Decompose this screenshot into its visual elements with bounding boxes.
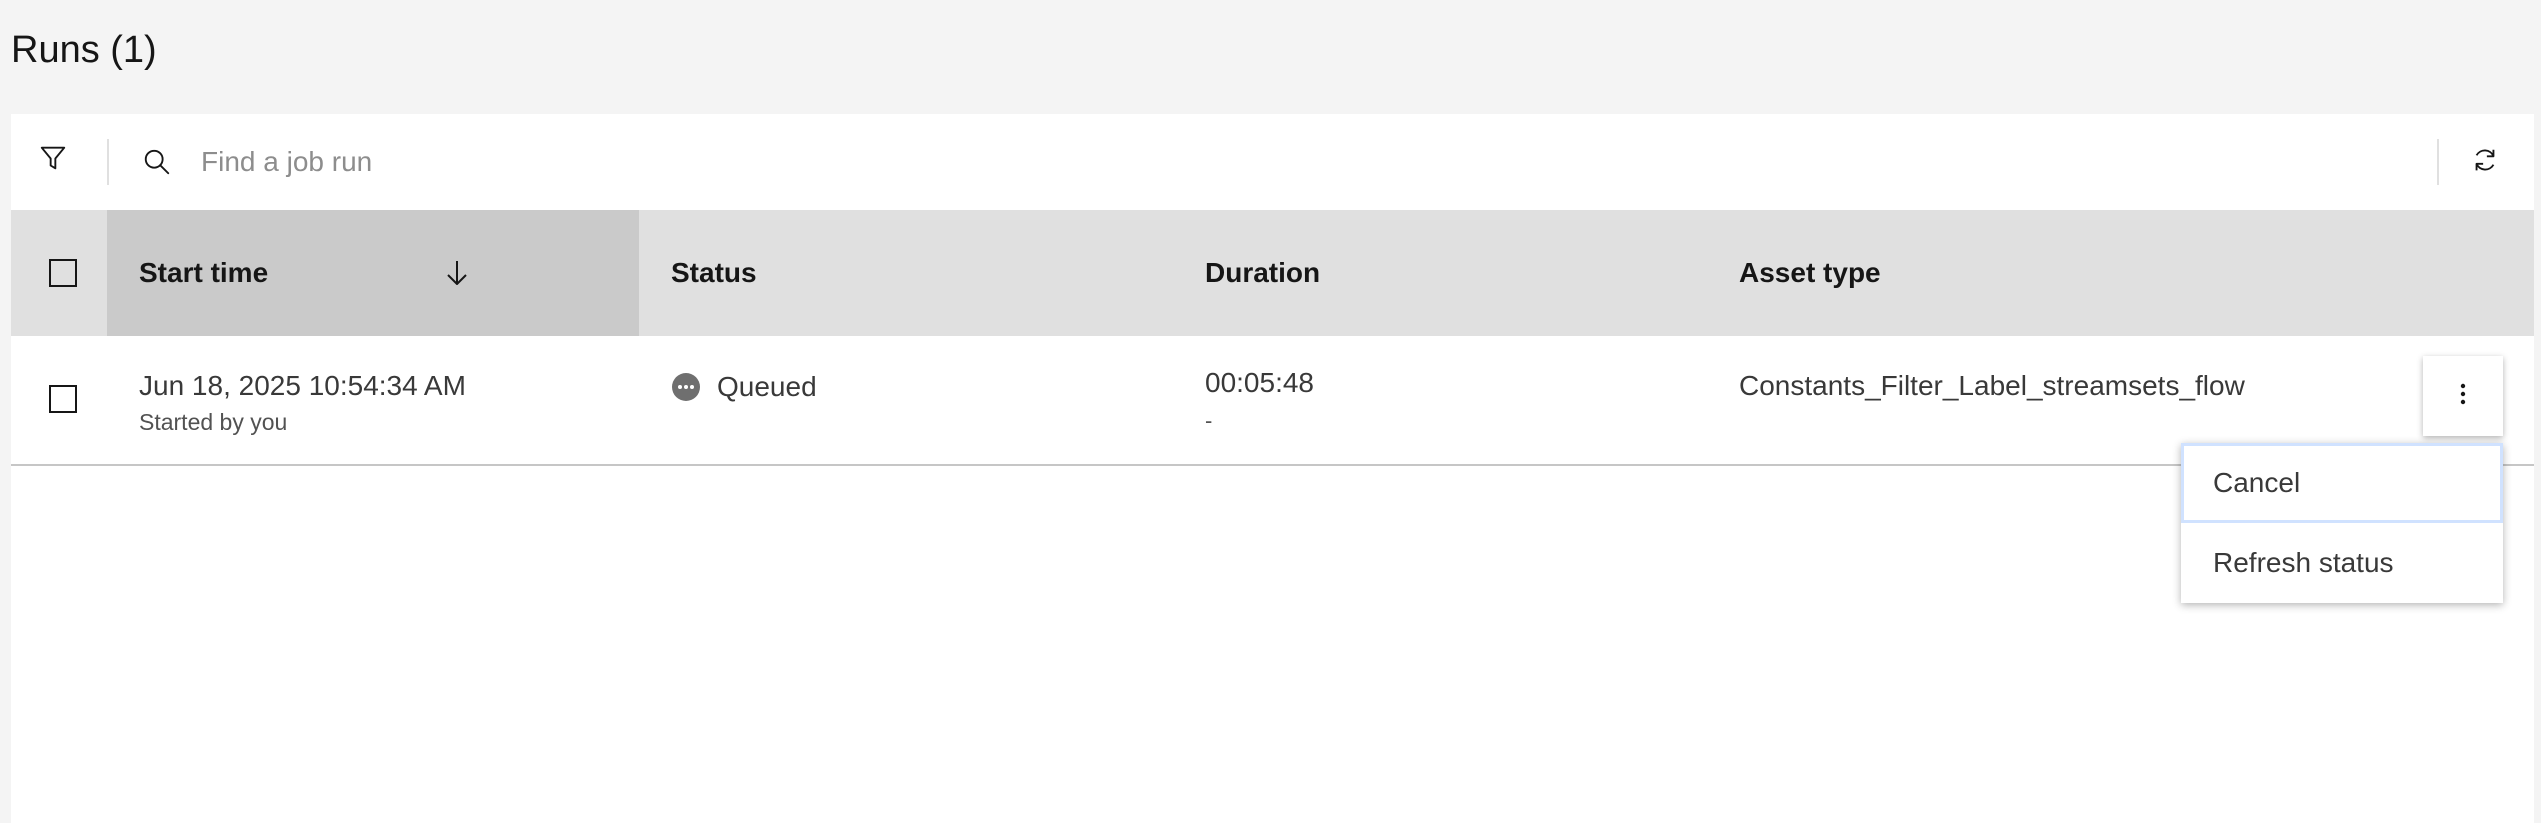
search-icon	[139, 144, 175, 180]
column-header-start-time[interactable]: Start time	[107, 210, 639, 336]
column-label: Asset type	[1739, 257, 1881, 288]
filter-button[interactable]	[33, 140, 73, 180]
page-title: Runs (1)	[11, 29, 157, 71]
column-label: Status	[671, 257, 757, 288]
table-header: Start time Status Duration Asset type	[11, 210, 2534, 336]
column-header-status[interactable]: Status	[639, 210, 1173, 336]
toolbar-divider	[107, 139, 109, 185]
menu-item-cancel[interactable]: Cancel	[2181, 443, 2503, 523]
header-checkbox-cell	[11, 210, 107, 336]
queued-status-icon	[671, 372, 701, 402]
table-row[interactable]: Jun 18, 2025 10:54:34 AM Started by you …	[11, 336, 2534, 466]
asset-type-value: Constants_Filter_Label_streamsets_flow	[1739, 370, 2245, 401]
table-toolbar	[11, 114, 2534, 210]
start-time-value: Jun 18, 2025 10:54:34 AM	[139, 370, 466, 401]
refresh-button[interactable]	[2463, 140, 2507, 184]
toolbar-divider-right	[2437, 139, 2439, 185]
filter-icon	[38, 143, 68, 178]
sort-descending-icon[interactable]	[437, 253, 477, 293]
status-cell: Queued	[671, 369, 817, 405]
search-input[interactable]	[201, 136, 2401, 188]
started-by-value: Started by you	[139, 409, 288, 435]
runs-panel: Start time Status Duration Asset type Ju…	[11, 114, 2534, 823]
status-value: Queued	[717, 371, 817, 402]
column-label: Start time	[139, 257, 269, 288]
column-header-duration[interactable]: Duration	[1173, 210, 1707, 336]
duration-value: 00:05:48	[1205, 367, 1314, 398]
column-header-asset-type[interactable]: Asset type	[1707, 210, 2407, 336]
overflow-menu-icon	[2459, 382, 2467, 411]
menu-item-refresh-status[interactable]: Refresh status	[2181, 523, 2503, 603]
select-all-checkbox[interactable]	[49, 259, 77, 287]
refresh-icon	[2470, 145, 2500, 180]
row-checkbox[interactable]	[49, 385, 77, 413]
overflow-menu-button[interactable]	[2423, 356, 2503, 436]
column-label: Duration	[1205, 257, 1321, 288]
row-overflow-menu: Cancel Refresh status	[2181, 443, 2503, 603]
duration-sub-value: -	[1205, 408, 1213, 433]
